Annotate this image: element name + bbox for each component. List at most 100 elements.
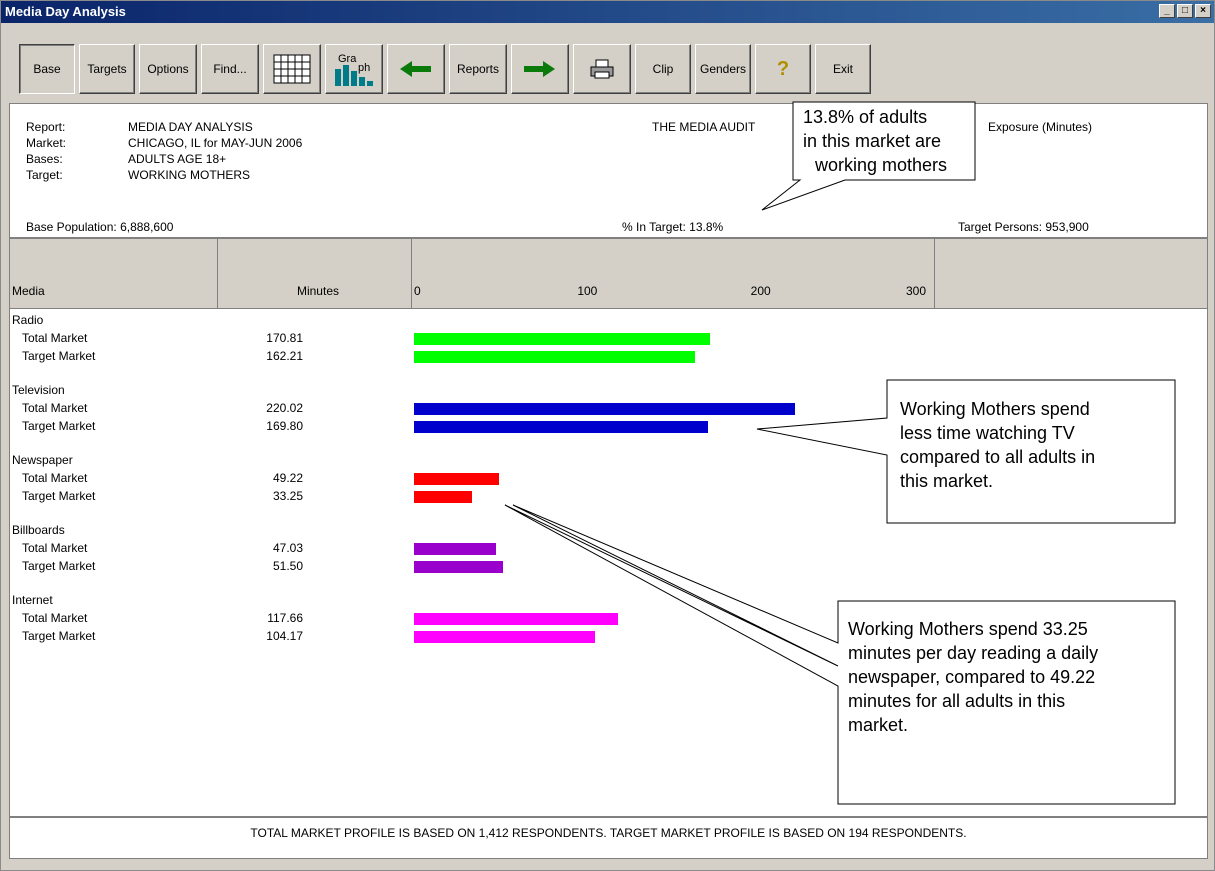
bar-newspaper-total (414, 473, 500, 485)
minutes-value: 49.22 (272, 471, 303, 485)
minutes-value: 220.02 (266, 401, 303, 415)
bar-newspaper-target (414, 491, 472, 503)
row-label: Total Market (22, 331, 88, 345)
pct-in-target: % In Target: 13.8% (622, 220, 724, 234)
row-label: Target Market (22, 489, 96, 503)
axis-tick-label: 100 (577, 284, 598, 298)
bar-internet-total (414, 613, 618, 625)
media-group-label: Television (12, 383, 65, 397)
options-button[interactable]: Options (139, 44, 197, 94)
market-label: Market: (26, 136, 67, 150)
callout-newspaper-text: Working Mothers spend 33.25 minutes per … (848, 617, 1098, 737)
minutes-value: 33.25 (272, 489, 303, 503)
printer-icon (590, 59, 614, 79)
callout-line: this market. (900, 471, 994, 491)
row-label: Total Market (22, 471, 88, 485)
clip-button[interactable]: Clip (635, 44, 691, 94)
callout-tv-text: Working Mothers spend less time watching… (900, 397, 1095, 493)
row-label: Target Market (22, 559, 96, 573)
close-button[interactable]: × (1195, 4, 1211, 18)
exposure-text: Exposure (Minutes) (988, 120, 1093, 134)
bar-radio-total (414, 333, 711, 345)
callout-line: working mothers (815, 155, 948, 175)
toolbar: Base Targets Options Find... Gra ph Repo… (19, 44, 871, 94)
callout-line: minutes per day reading a daily (848, 643, 1099, 663)
media-group-label: Newspaper (12, 453, 73, 467)
previous-button[interactable] (387, 44, 445, 94)
print-button[interactable] (573, 44, 631, 94)
bases-label: Bases: (26, 152, 63, 166)
row-label: Target Market (22, 419, 96, 433)
graph-view-button[interactable]: Gra ph (325, 44, 383, 94)
graph-icon-text-1: Gra (338, 53, 357, 65)
exit-button[interactable]: Exit (815, 44, 871, 94)
callout-line: 13.8% of adults (803, 107, 928, 127)
targets-button[interactable]: Targets (79, 44, 135, 94)
minutes-column-header[interactable]: Minutes (218, 239, 412, 308)
row-label: Total Market (22, 611, 88, 625)
callout-line: less time watching TV (900, 423, 1075, 443)
minutes-value: 104.17 (266, 629, 303, 643)
grid-icon (273, 54, 311, 84)
report-label: Report: (26, 120, 66, 134)
target-value: WORKING MOTHERS (128, 168, 250, 182)
bases-value: ADULTS AGE 18+ (128, 152, 227, 166)
minutes-value: 162.21 (266, 349, 303, 363)
help-button[interactable]: ? (755, 44, 811, 94)
bar-television-total (414, 403, 796, 415)
media-group-label: Billboards (12, 523, 65, 537)
row-label: Total Market (22, 401, 88, 415)
help-icon: ? (776, 57, 790, 80)
callout-line: Working Mothers spend 33.25 (848, 619, 1088, 639)
grid-header: Media Minutes 0 100 200 300 (9, 238, 1208, 309)
bar-internet-target (414, 631, 595, 643)
grid-view-button[interactable] (263, 44, 321, 94)
bar-radio-target (414, 351, 696, 363)
callout-line: market. (848, 715, 909, 735)
market-value: CHICAGO, IL for MAY-JUN 2006 (128, 136, 303, 150)
source-text: THE MEDIA AUDIT (652, 120, 756, 134)
minutes-value: 169.80 (266, 419, 303, 433)
target-label: Target: (26, 168, 63, 182)
next-button[interactable] (511, 44, 569, 94)
row-label: Target Market (22, 349, 96, 363)
axis-tick-label: 300 (906, 284, 927, 298)
maximize-button[interactable]: □ (1177, 4, 1193, 18)
graph-icon-text-2: ph (358, 62, 370, 74)
arrow-left-icon (400, 61, 431, 77)
minutes-value: 47.03 (272, 541, 303, 555)
minutes-column-label: Minutes (296, 284, 339, 298)
callout-line: minutes for all adults in this (848, 691, 1066, 711)
minutes-value: 117.66 (267, 611, 303, 625)
scale-column-header: 0 100 200 300 (412, 239, 935, 308)
row-label: Target Market (22, 629, 96, 643)
callout-line: Working Mothers spend (900, 399, 1090, 419)
callout-line: compared to all adults in (900, 447, 1096, 467)
window-title: Media Day Analysis (5, 4, 126, 19)
title-bar: Media Day Analysis _ □ × (1, 1, 1214, 23)
media-grid: Radio Total Market 170.81 Target Market 162.… (9, 309, 1208, 817)
report-value: MEDIA DAY ANALYSIS (128, 120, 253, 134)
minimize-button[interactable]: _ (1159, 4, 1175, 18)
genders-button[interactable]: Genders (695, 44, 751, 94)
minutes-value: 51.50 (272, 559, 303, 573)
arrow-right-icon (524, 61, 555, 77)
find-button[interactable]: Find... (201, 44, 259, 94)
media-group-label: Radio (12, 313, 44, 327)
minutes-value: 170.81 (266, 331, 303, 345)
graph-icon: Gra ph (335, 53, 373, 86)
axis-tick-label: 200 (750, 284, 771, 298)
axis-tick-label: 0 (414, 284, 421, 298)
media-column-label: Media (12, 284, 45, 298)
callout-line: newspaper, compared to 49.22 (848, 667, 1096, 687)
callout-target-pct-text: 13.8% of adults in this market are worki… (803, 105, 947, 177)
reports-button[interactable]: Reports (449, 44, 507, 94)
media-column-header[interactable]: Media (10, 239, 218, 308)
bar-television-target (414, 421, 709, 433)
footer-note: TOTAL MARKET PROFILE IS BASED ON 1,412 R… (9, 817, 1208, 859)
media-group-label: Internet (12, 593, 53, 607)
bar-billboards-target (414, 561, 504, 573)
base-population: Base Population: 6,888,600 (26, 220, 174, 234)
base-button[interactable]: Base (19, 44, 75, 94)
row-label: Total Market (22, 541, 88, 555)
